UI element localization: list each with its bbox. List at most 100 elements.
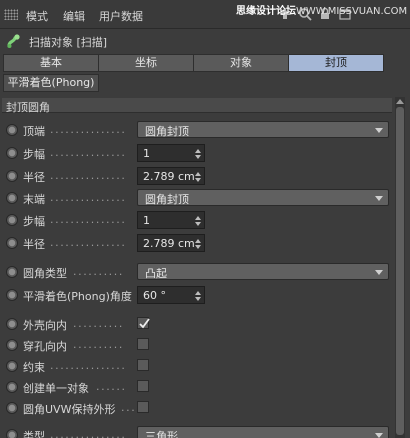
spinner-icon[interactable] — [195, 172, 201, 182]
animate-radio[interactable] — [6, 402, 18, 414]
row-single-object: 创建单一对象 ...... — [0, 376, 392, 398]
single-object-checkbox[interactable] — [137, 380, 149, 392]
row-top-steps: 步幅 ............... 1 — [0, 142, 392, 164]
animate-radio[interactable] — [6, 266, 18, 278]
label-leader: ............... — [50, 146, 127, 159]
animate-radio[interactable] — [6, 170, 18, 182]
row-top-radius: 半径 ............... 2.789 cm — [0, 165, 392, 187]
scroll-up-icon[interactable] — [396, 99, 404, 104]
top-radius-field[interactable]: 2.789 cm — [137, 167, 205, 185]
top-cap-dropdown[interactable]: 圆角封顶 — [137, 121, 389, 138]
constrain-checkbox[interactable] — [137, 359, 149, 371]
end-cap-dropdown[interactable]: 圆角封顶 — [137, 189, 389, 206]
label-top-steps: 步幅 — [23, 148, 45, 161]
label-leader: ............... — [50, 428, 127, 438]
animate-radio[interactable] — [6, 192, 18, 204]
object-title: 扫描对象 [扫描] — [29, 36, 108, 49]
label-leader: ............... — [50, 123, 127, 136]
sweep-object-icon — [7, 34, 20, 48]
end-steps-value: 1 — [143, 214, 150, 227]
type-dropdown[interactable]: 三角形 — [137, 426, 389, 438]
object-header: 扫描对象 [扫描] — [0, 29, 410, 53]
tab-coord[interactable]: 坐标 — [98, 54, 193, 72]
end-cap-value: 圆角封顶 — [145, 193, 189, 206]
spinner-icon[interactable] — [195, 239, 201, 249]
watermark-text-cn: 思缘设计论坛 — [236, 6, 296, 17]
scrollbar[interactable] — [395, 97, 405, 438]
label-type: 类型 — [23, 430, 45, 438]
label-end-radius: 半径 — [23, 238, 45, 251]
row-end: 末端 ............... 圆角封顶 — [0, 187, 392, 209]
tab-phong[interactable]: 平滑着色(Phong) — [3, 74, 99, 92]
label-leader: ...... — [96, 380, 127, 393]
label-top-radius: 半径 — [23, 171, 45, 184]
phong-angle-value: 60 ° — [143, 289, 166, 302]
animate-radio[interactable] — [6, 147, 18, 159]
row-end-radius: 半径 ............... 2.789 cm — [0, 232, 392, 254]
row-type: 类型 ............... 三角形 — [0, 424, 392, 438]
row-end-steps: 步幅 ............... 1 — [0, 209, 392, 231]
animate-radio[interactable] — [6, 318, 18, 330]
row-constrain: 约束 ............... — [0, 355, 392, 377]
label-leader: ............... — [50, 169, 127, 182]
end-radius-field[interactable]: 2.789 cm — [137, 234, 205, 252]
row-hull-inward: 外壳向内 .......... — [0, 313, 392, 335]
menu-edit[interactable]: 编辑 — [63, 8, 85, 24]
row-phong-angle: 平滑着色(Phong)角度 60 ° — [0, 284, 392, 306]
menu-bar: 模式 编辑 用户数据 思缘设计论坛WWW.MISSVUAN.COM — [0, 0, 410, 29]
label-constrain: 约束 — [23, 361, 45, 374]
row-fillet-type: 圆角类型 .......... 凸起 — [0, 261, 392, 283]
section-title: 封顶圆角 — [6, 101, 50, 114]
animate-radio[interactable] — [6, 360, 18, 372]
label-leader: ............... — [50, 191, 127, 204]
animate-radio[interactable] — [6, 339, 18, 351]
row-hole-inward: 穿孔向内 .......... — [0, 334, 392, 356]
drag-grip-icon[interactable] — [4, 9, 18, 20]
scrollbar-thumb[interactable] — [396, 107, 404, 435]
label-fillet-type: 圆角类型 — [23, 267, 67, 280]
chevron-down-icon — [375, 128, 383, 133]
menu-user-data[interactable]: 用户数据 — [99, 8, 143, 24]
end-steps-field[interactable]: 1 — [137, 211, 205, 229]
tab-basic[interactable]: 基本 — [3, 54, 98, 72]
animate-radio[interactable] — [6, 381, 18, 393]
label-single-object: 创建单一对象 — [23, 382, 89, 395]
menu-mode[interactable]: 模式 — [26, 8, 48, 24]
label-uvw-shape: 圆角UVW保持外形 — [23, 403, 116, 416]
phong-angle-field[interactable]: 60 ° — [137, 286, 205, 304]
animate-radio[interactable] — [6, 289, 18, 301]
label-hole-inward: 穿孔向内 — [23, 340, 67, 353]
top-steps-field[interactable]: 1 — [137, 144, 205, 162]
label-leader: ............... — [50, 236, 127, 249]
label-leader: .......... — [73, 338, 124, 351]
label-end-steps: 步幅 — [23, 215, 45, 228]
label-top: 顶端 — [23, 125, 45, 138]
end-radius-value: 2.789 cm — [143, 237, 195, 250]
attribute-tabs: 基本 坐标 对象 封顶 — [3, 54, 384, 72]
chevron-down-icon — [375, 433, 383, 438]
watermark-text-url: WWW.MISSVUAN.COM — [296, 6, 408, 17]
spinner-icon[interactable] — [195, 149, 201, 159]
tab-object[interactable]: 对象 — [193, 54, 288, 72]
spinner-icon[interactable] — [195, 291, 201, 301]
top-radius-value: 2.789 cm — [143, 170, 195, 183]
label-end: 末端 — [23, 193, 45, 206]
watermark: 思缘设计论坛WWW.MISSVUAN.COM — [236, 2, 407, 17]
animate-radio[interactable] — [6, 429, 18, 438]
fillet-type-dropdown[interactable]: 凸起 — [137, 263, 389, 280]
animate-radio[interactable] — [6, 237, 18, 249]
hole-inward-checkbox[interactable] — [137, 338, 149, 350]
uvw-shape-checkbox[interactable] — [137, 401, 149, 413]
chevron-down-icon — [375, 196, 383, 201]
label-hull-inward: 外壳向内 — [23, 319, 67, 332]
top-cap-value: 圆角封顶 — [145, 125, 189, 138]
tab-caps[interactable]: 封顶 — [288, 54, 384, 72]
label-leader: ............... — [50, 359, 127, 372]
type-value: 三角形 — [145, 430, 178, 438]
animate-radio[interactable] — [6, 124, 18, 136]
animate-radio[interactable] — [6, 214, 18, 226]
fillet-type-value: 凸起 — [145, 267, 167, 280]
hull-inward-checkbox[interactable] — [137, 317, 150, 329]
spinner-icon[interactable] — [195, 216, 201, 226]
label-leader: .......... — [73, 265, 124, 278]
